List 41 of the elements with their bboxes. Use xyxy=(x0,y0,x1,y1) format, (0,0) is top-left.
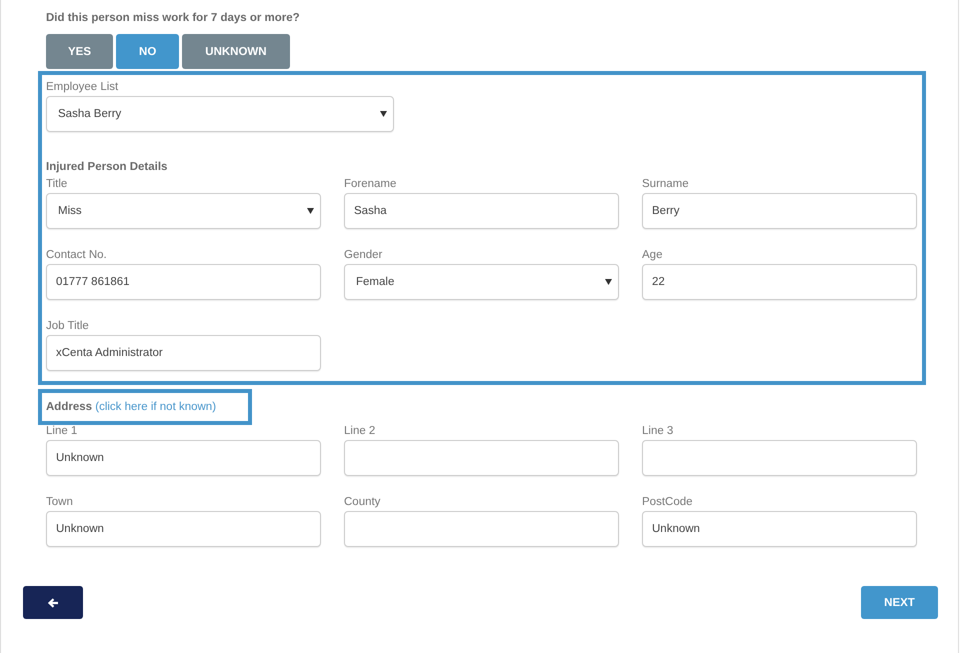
input-field[interactable] xyxy=(344,511,619,547)
select-field[interactable]: Female xyxy=(344,264,619,300)
input-field[interactable]: Unknown xyxy=(46,440,321,476)
caret-icon xyxy=(380,111,387,117)
address-heading: Address (click here if not known) xyxy=(38,389,252,425)
select-value: Female xyxy=(356,276,394,288)
input-field[interactable]: Unknown xyxy=(642,511,917,547)
back-arrow-icon xyxy=(48,598,58,608)
field-label: Forename xyxy=(344,178,398,192)
input-field[interactable]: xCenta Administrator xyxy=(46,335,321,371)
field-label: Line 1 xyxy=(46,425,78,439)
field-label: Surname xyxy=(642,178,690,192)
field-label: Age xyxy=(642,249,664,263)
answer-button[interactable]: UNKNOWN xyxy=(182,34,290,69)
back-button[interactable] xyxy=(23,586,83,619)
field-label: Employee List xyxy=(46,81,120,95)
input-field[interactable]: Berry xyxy=(642,193,917,229)
select-value: Sasha Berry xyxy=(58,108,122,120)
field-label: Line 2 xyxy=(344,425,376,439)
field-label: PostCode xyxy=(642,496,694,510)
field-label: Job Title xyxy=(46,320,90,334)
question-text: Did this person miss work for 7 days or more? xyxy=(46,12,301,26)
field-label: Town xyxy=(46,496,74,510)
section-title: Injured Person Details xyxy=(46,161,168,175)
field-label: County xyxy=(344,496,382,510)
input-field[interactable]: Sasha xyxy=(344,193,619,229)
field-label: Gender xyxy=(344,249,384,263)
input-field[interactable]: Unknown xyxy=(46,511,321,547)
field-label: Title xyxy=(46,178,68,192)
select-value: Miss xyxy=(58,205,82,217)
caret-icon xyxy=(307,208,314,214)
field-label: Line 3 xyxy=(642,425,674,439)
input-field[interactable] xyxy=(344,440,619,476)
input-field[interactable]: 22 xyxy=(642,264,917,300)
answer-button[interactable]: YES xyxy=(46,34,114,69)
input-field[interactable] xyxy=(642,440,917,476)
caret-icon xyxy=(605,279,612,285)
select-field[interactable]: Sasha Berry xyxy=(46,96,394,132)
input-field[interactable]: 01777 861861 xyxy=(46,264,321,300)
select-field[interactable]: Miss xyxy=(46,193,321,229)
field-label: Contact No. xyxy=(46,249,108,263)
